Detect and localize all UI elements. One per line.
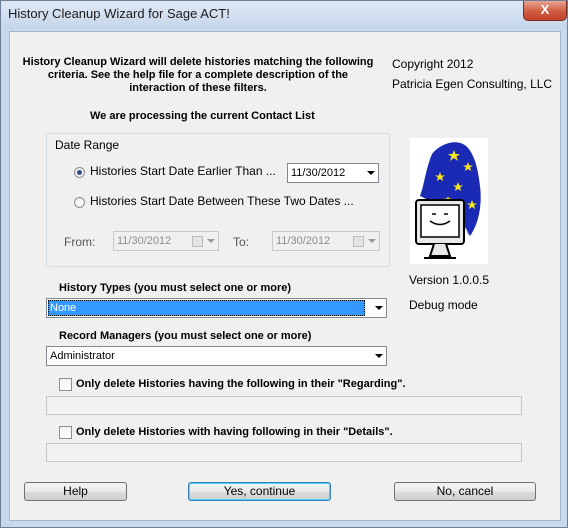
regarding-checkbox-label: Only delete Histories having the followi… xyxy=(76,378,406,390)
earlier-than-label: Histories Start Date Earlier Than ... xyxy=(90,164,276,178)
date-range-group: Date Range Histories Start Date Earlier … xyxy=(46,133,390,267)
title-bar[interactable]: History Cleanup Wizard for Sage ACT! X xyxy=(1,1,567,29)
company-name: Patricia Egen Consulting, LLC xyxy=(392,77,553,91)
to-date-value: 11/30/2012 xyxy=(276,235,331,247)
version-label: Version 1.0.0.5 xyxy=(409,273,490,287)
earlier-than-date-picker[interactable]: 11/30/2012 xyxy=(287,163,379,183)
record-managers-label: Record Managers (you must select one or … xyxy=(59,330,312,342)
wizard-hat-computer-icon xyxy=(415,142,481,259)
debug-mode-label: Debug mode xyxy=(409,298,478,312)
from-date-picker[interactable]: 11/30/2012 xyxy=(113,231,219,251)
chevron-down-icon xyxy=(375,354,383,358)
details-checkbox-label: Only delete Histories with having follow… xyxy=(76,426,393,438)
cancel-button[interactable]: No, cancel xyxy=(394,482,536,501)
between-dates-label: Histories Start Date Between These Two D… xyxy=(90,194,354,208)
record-managers-value: Administrator xyxy=(50,350,115,362)
intro-text: History Cleanup Wizard will delete histo… xyxy=(22,56,374,94)
from-label: From: xyxy=(64,235,96,249)
chevron-down-icon xyxy=(375,306,383,310)
history-types-label: History Types (you must select one or mo… xyxy=(59,282,292,294)
details-text-field[interactable] xyxy=(46,443,522,462)
continue-button[interactable]: Yes, continue xyxy=(188,482,331,501)
regarding-checkbox[interactable] xyxy=(59,378,72,391)
history-types-dropdown[interactable]: None xyxy=(46,298,387,318)
chevron-down-icon xyxy=(368,239,376,243)
between-dates-radio[interactable] xyxy=(74,197,85,208)
calendar-icon xyxy=(192,236,203,247)
window-title: History Cleanup Wizard for Sage ACT! xyxy=(8,6,230,21)
regarding-text-field[interactable] xyxy=(46,396,522,415)
chevron-down-icon xyxy=(367,171,375,175)
to-label: To: xyxy=(233,235,250,249)
wizard-window: History Cleanup Wizard for Sage ACT! X H… xyxy=(0,0,568,528)
chevron-down-icon xyxy=(207,239,215,243)
record-managers-dropdown[interactable]: Administrator xyxy=(46,346,387,366)
close-button[interactable]: X xyxy=(523,1,567,21)
earlier-than-date-value: 11/30/2012 xyxy=(291,167,346,179)
history-types-selected-value: None xyxy=(48,300,365,316)
to-date-picker[interactable]: 11/30/2012 xyxy=(272,231,380,251)
earlier-than-radio[interactable] xyxy=(74,167,85,178)
help-button[interactable]: Help xyxy=(24,482,127,501)
wizard-body: History Cleanup Wizard will delete histo… xyxy=(9,31,561,521)
date-range-title: Date Range xyxy=(55,138,120,152)
details-checkbox[interactable] xyxy=(59,426,72,439)
copyright-line: Copyright 2012 xyxy=(392,57,474,71)
from-date-value: 11/30/2012 xyxy=(117,235,172,247)
wizard-logo xyxy=(410,138,488,264)
calendar-icon xyxy=(353,236,364,247)
processing-note: We are processing the current Contact Li… xyxy=(90,110,315,122)
